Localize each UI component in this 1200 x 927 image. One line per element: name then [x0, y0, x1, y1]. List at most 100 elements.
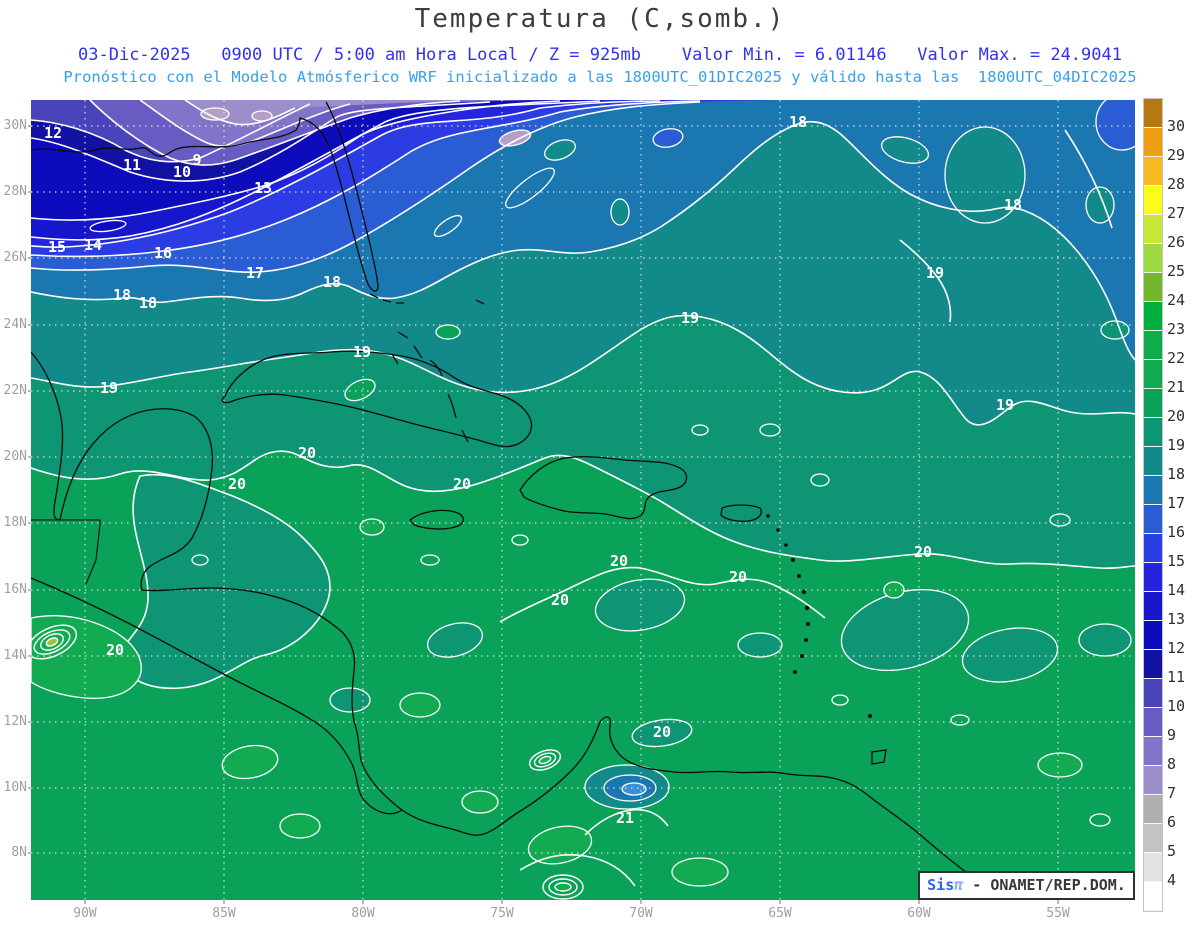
branding-sis: Sis [927, 876, 955, 894]
colorbar-segment [1144, 128, 1162, 157]
weather-map-page: Temperatura (C,somb.) 03-Dic-2025 0900 U… [0, 0, 1200, 927]
colorbar-tick: 6 [1167, 813, 1177, 831]
colorbar-segment [1144, 882, 1162, 911]
lat-tick [28, 721, 32, 723]
lat-label: 24N [3, 317, 27, 332]
lat-label: 20N [3, 449, 27, 464]
lat-tick [28, 324, 32, 326]
lat-tick [28, 787, 32, 789]
contour-label: 18 [138, 294, 158, 312]
lon-label: 90W [73, 906, 97, 921]
lon-tick [362, 900, 364, 904]
lat-tick [28, 655, 32, 657]
contour-label: 13 [253, 179, 273, 197]
lat-label: 22N [3, 383, 27, 398]
contour-label: 18 [1003, 196, 1023, 214]
lon-label: 55W [1046, 906, 1070, 921]
colorbar-segment [1144, 157, 1162, 186]
colorbar-tick: 8 [1167, 755, 1177, 773]
colorbar-segment [1144, 650, 1162, 679]
colorbar [1143, 98, 1163, 912]
colorbar-tick: 17 [1167, 494, 1186, 512]
lat-label: 28N [3, 184, 27, 199]
lon-tick [84, 900, 86, 904]
contour-label: 20 [297, 444, 317, 462]
contour-label: 20 [227, 475, 247, 493]
colorbar-segment [1144, 476, 1162, 505]
contour-label: 19 [925, 264, 945, 282]
colorbar-tick: 14 [1167, 581, 1186, 599]
colorbar-tick: 27 [1167, 204, 1186, 222]
lon-tick [501, 900, 503, 904]
valid-time-line: 03-Dic-2025 0900 UTC / 5:00 am Hora Loca… [78, 45, 1122, 65]
colorbar-segment [1144, 592, 1162, 621]
contour-label: 19 [99, 379, 119, 397]
contour-label: 14 [83, 236, 103, 254]
branding-box: Sisπ - ONAMET/REP.DOM. [918, 871, 1135, 900]
colorbar-tick: 11 [1167, 668, 1186, 686]
colorbar-tick: 23 [1167, 320, 1186, 338]
lon-tick [640, 900, 642, 904]
colorbar-segment [1144, 273, 1162, 302]
lat-tick [28, 456, 32, 458]
lat-label: 18N [3, 515, 27, 530]
lon-label: 70W [629, 906, 653, 921]
lat-tick [28, 125, 32, 127]
contour-label: 19 [680, 309, 700, 327]
colorbar-segment [1144, 99, 1162, 128]
colorbar-segment [1144, 563, 1162, 592]
colorbar-tick: 13 [1167, 610, 1186, 628]
lat-label: 8N [11, 845, 27, 860]
contour-label: 18 [322, 273, 342, 291]
contour-label: 12 [43, 124, 63, 142]
lat-label: 26N [3, 250, 27, 265]
contour-label: 19 [352, 343, 372, 361]
colorbar-tick: 4 [1167, 871, 1177, 889]
contour-label: 18 [112, 286, 132, 304]
lat-tick [28, 390, 32, 392]
colorbar-tick: 21 [1167, 378, 1186, 396]
contour-label: 21 [615, 809, 635, 827]
contour-label: 20 [609, 552, 629, 570]
colorbar-segment [1144, 360, 1162, 389]
lat-tick [28, 522, 32, 524]
colorbar-tick: 5 [1167, 842, 1177, 860]
colorbar-segment [1144, 331, 1162, 360]
colorbar-segment [1144, 302, 1162, 331]
contour-label: 15 [47, 238, 67, 256]
lon-tick [1057, 900, 1059, 904]
lon-label: 65W [768, 906, 792, 921]
contour-label: 19 [995, 396, 1015, 414]
lat-tick [28, 589, 32, 591]
colorbar-segment [1144, 621, 1162, 650]
contour-label: 20 [105, 641, 125, 659]
colorbar-tick: 18 [1167, 465, 1186, 483]
colorbar-segment [1144, 766, 1162, 795]
contour-label: 20 [913, 543, 933, 561]
contour-label: 20 [452, 475, 472, 493]
colorbar-segment [1144, 824, 1162, 853]
contour-label: 10 [172, 163, 192, 181]
lat-tick [28, 191, 32, 193]
lon-label: 85W [212, 906, 236, 921]
colorbar-tick: 12 [1167, 639, 1186, 657]
colorbar-tick: 24 [1167, 291, 1186, 309]
contour-label: 20 [652, 723, 672, 741]
colorbar-tick: 9 [1167, 726, 1177, 744]
lon-label: 80W [351, 906, 375, 921]
lat-label: 12N [3, 714, 27, 729]
colorbar-tick: 25 [1167, 262, 1186, 280]
contour-label: 11 [122, 156, 142, 174]
lat-label: 14N [3, 648, 27, 663]
colorbar-segment [1144, 447, 1162, 476]
colorbar-segment [1144, 215, 1162, 244]
contour-label: 20 [728, 568, 748, 586]
lon-tick [223, 900, 225, 904]
contour-label: 16 [153, 244, 173, 262]
model-init-line: Pronóstico con el Modelo Atmósferico WRF… [63, 68, 1137, 86]
colorbar-segment [1144, 737, 1162, 766]
lon-tick [918, 900, 920, 904]
lat-tick [28, 257, 32, 259]
colorbar-tick: 30 [1167, 117, 1186, 135]
map-area: 12 11 9 10 13 15 14 16 17 18 18 18 18 18 19 19 19 19 19 20 2… [31, 100, 1135, 900]
